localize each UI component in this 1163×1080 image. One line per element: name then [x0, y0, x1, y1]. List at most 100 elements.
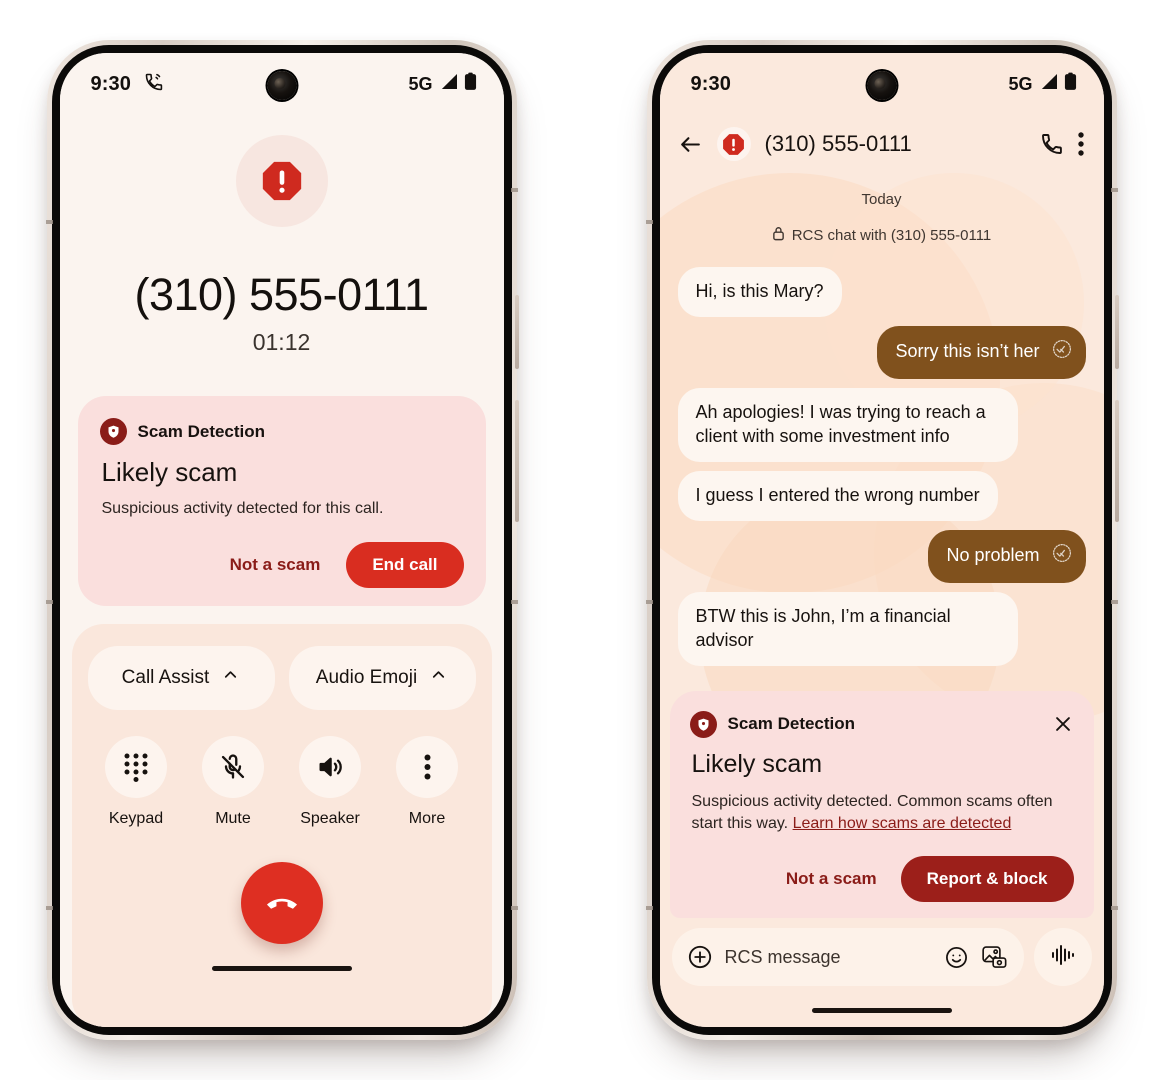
signal-bars-icon: [1039, 73, 1058, 95]
network-type-label: 5G: [1008, 73, 1033, 94]
speaker-icon: [299, 735, 361, 798]
shield-alert-icon: [689, 710, 717, 738]
message-composer-area: RCS message: [660, 918, 1104, 986]
speaker-label: Speaker: [300, 809, 360, 827]
home-gesture-bar[interactable]: [211, 965, 352, 971]
keypad-control[interactable]: Keypad: [105, 735, 167, 828]
scam-card-description: Suspicious activity detected for this ca…: [101, 500, 384, 517]
scam-card-title: Likely scam: [691, 749, 823, 778]
scam-octagon-alert-icon: [723, 133, 744, 155]
learn-how-scams-detected-link[interactable]: Learn how scams are detected: [793, 815, 1012, 832]
message-bubble-incoming[interactable]: BTW this is John, I’m a financial adviso…: [677, 591, 1018, 666]
audio-waveform-button[interactable]: [1033, 928, 1092, 986]
rcs-chat-note: RCS chat with (310) 555-0111: [678, 226, 1086, 245]
phone-in-talk-icon: [144, 72, 164, 97]
message-bubble-incoming[interactable]: Ah apologies! I was trying to reach a cl…: [677, 387, 1018, 462]
emoji-smile-icon[interactable]: [944, 945, 969, 970]
message-text: No problem: [946, 545, 1040, 566]
battery-full-icon: [464, 72, 477, 96]
antenna-line: [45, 600, 53, 604]
day-separator: Today: [861, 191, 902, 208]
antenna-line: [645, 220, 653, 224]
conversation-title: (310) 555-0111: [764, 131, 912, 156]
more-label: More: [408, 809, 446, 827]
power-button[interactable]: [514, 295, 519, 369]
scam-detection-card-call: Scam Detection Likely scam Suspicious ac…: [77, 396, 486, 606]
power-button[interactable]: [1114, 295, 1119, 369]
arrow-back-icon[interactable]: [678, 132, 703, 157]
antenna-line: [510, 600, 518, 604]
chevron-up-icon: [221, 665, 240, 690]
call-assist-button[interactable]: Call Assist: [87, 645, 275, 710]
shield-alert-icon: [99, 418, 127, 445]
message-bubble-incoming[interactable]: Hi, is this Mary?: [677, 267, 842, 317]
antenna-line: [645, 600, 653, 604]
not-a-scam-button[interactable]: Not a scam: [780, 861, 883, 897]
audio-emoji-button[interactable]: Audio Emoji: [288, 645, 476, 710]
phone-device-call: 9:30 5G (310) 555-0111 01:12 Scam Detect…: [45, 40, 519, 1040]
messages-screen: 9:30 5G (310) 555-0111 Today RCS chat wi…: [659, 53, 1104, 1027]
mute-control[interactable]: Mute: [202, 735, 264, 828]
report-and-block-button[interactable]: Report & block: [900, 856, 1074, 902]
volume-button[interactable]: [514, 400, 519, 522]
double-check-icon: [1052, 339, 1072, 366]
status-time: 9:30: [90, 72, 131, 95]
volume-button[interactable]: [1114, 400, 1119, 522]
audio-emoji-label: Audio Emoji: [315, 666, 418, 688]
antenna-line: [510, 188, 518, 192]
mute-label: Mute: [215, 809, 251, 827]
more-vert-icon[interactable]: [1077, 132, 1084, 156]
front-camera-punchhole: [267, 71, 296, 100]
keypad-label: Keypad: [108, 809, 164, 827]
call-assist-label: Call Assist: [121, 666, 210, 688]
call-duration-timer: 01:12: [252, 329, 311, 355]
antenna-line: [1110, 906, 1118, 910]
not-a-scam-button[interactable]: Not a scam: [224, 547, 327, 583]
antenna-line: [1110, 188, 1118, 192]
scam-card-description: Suspicious activity detected. Common sca…: [692, 791, 1074, 836]
more-vert-icon: [396, 735, 458, 798]
phone-icon[interactable]: [1040, 132, 1064, 156]
caller-avatar: [235, 135, 328, 227]
antenna-line: [510, 906, 518, 910]
plus-circle-icon[interactable]: [687, 944, 713, 970]
scam-card-title: Likely scam: [101, 457, 238, 487]
double-check-icon: [1052, 543, 1072, 570]
scam-detection-card-messages: Scam Detection Likely scam Suspicious ac…: [669, 690, 1094, 918]
message-composer[interactable]: RCS message: [671, 928, 1024, 986]
message-bubble-incoming[interactable]: I guess I entered the wrong number: [677, 470, 998, 521]
phone-mockup-stage: 9:30 5G (310) 555-0111 01:12 Scam Detect…: [0, 0, 1163, 1080]
end-call-card-button[interactable]: End call: [346, 541, 464, 588]
signal-bars-icon: [439, 73, 458, 95]
end-call-fab[interactable]: [240, 861, 323, 944]
antenna-line: [45, 220, 53, 224]
message-list[interactable]: Today RCS chat with (310) 555-0111 Hi, i…: [660, 173, 1104, 681]
call-phone-number: (310) 555-0111: [134, 269, 429, 320]
network-type-label: 5G: [408, 73, 433, 94]
message-text: Sorry this isn’t her: [895, 341, 1040, 362]
call-end-icon: [263, 882, 301, 923]
battery-full-icon: [1064, 72, 1077, 96]
rcs-note-text: RCS chat with (310) 555-0111: [791, 227, 992, 244]
antenna-line: [645, 906, 653, 910]
message-bubble-outgoing[interactable]: Sorry this isn’t her: [877, 325, 1086, 379]
scam-octagon-alert-icon: [262, 161, 301, 201]
antenna-line: [45, 906, 53, 910]
call-controls-panel: Call Assist Audio Emoji Keypad Mute Spea…: [71, 623, 492, 1027]
mic-off-icon: [202, 735, 264, 798]
image-camera-icon[interactable]: [981, 945, 1008, 970]
more-control[interactable]: More: [396, 735, 458, 828]
scam-card-header: Scam Detection: [727, 714, 856, 734]
message-bubble-outgoing[interactable]: No problem: [928, 529, 1086, 583]
call-screen: 9:30 5G (310) 555-0111 01:12 Scam Detect…: [59, 53, 504, 1027]
speaker-control[interactable]: Speaker: [299, 735, 361, 828]
message-input-placeholder[interactable]: RCS message: [725, 947, 932, 968]
scam-card-header: Scam Detection: [137, 421, 266, 441]
audio-waveform-icon: [1050, 943, 1076, 972]
close-icon[interactable]: [1052, 713, 1074, 735]
conversation-avatar: [716, 127, 751, 161]
dialpad-icon: [105, 735, 167, 798]
status-time: 9:30: [690, 72, 731, 95]
chevron-up-icon: [429, 665, 448, 690]
front-camera-punchhole: [867, 71, 896, 100]
